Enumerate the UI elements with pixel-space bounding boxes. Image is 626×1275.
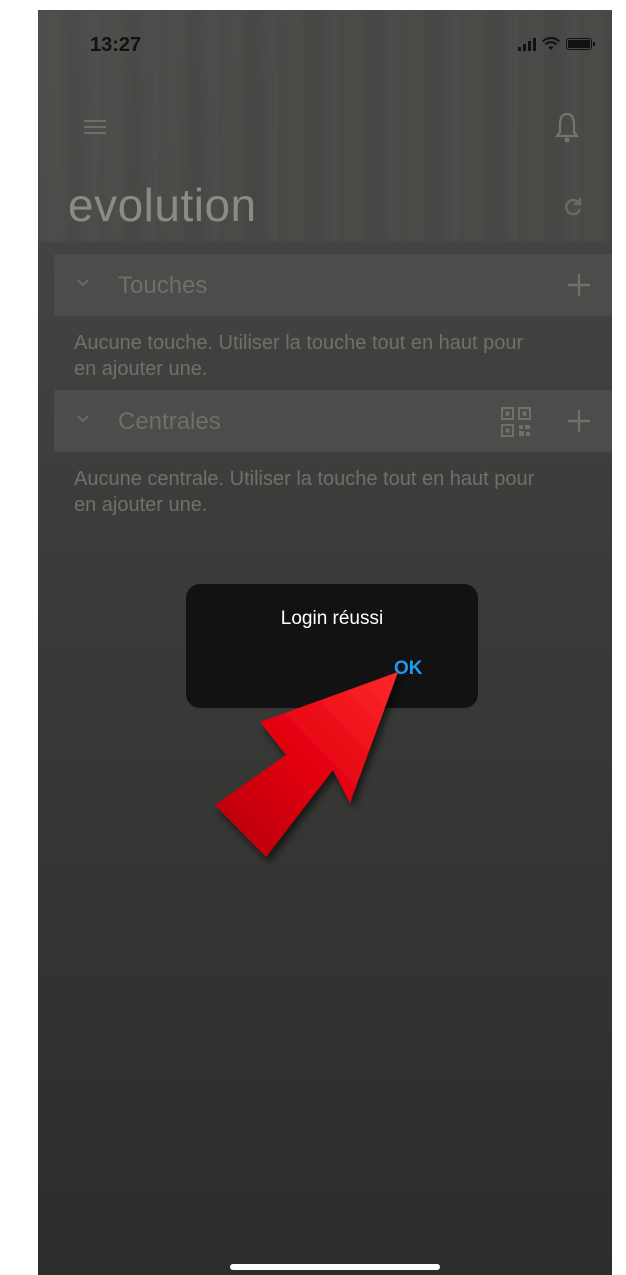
section-header-centrales[interactable]: Centrales (54, 390, 612, 452)
refresh-icon[interactable] (562, 196, 584, 218)
wifi-icon (542, 37, 560, 50)
status-icons (518, 36, 595, 52)
phone-screen: 13:27 evolution Touches Aucune touche. U… (38, 10, 612, 1275)
dialog-ok-button[interactable]: OK (390, 656, 427, 682)
status-time: 13:27 (90, 34, 142, 56)
app-title: evolution (68, 179, 257, 231)
centrales-empty-message: Aucune centrale. Utiliser la touche tout… (74, 468, 535, 516)
menu-icon[interactable] (84, 120, 106, 138)
section-header-touches[interactable]: Touches (54, 254, 612, 316)
touches-empty-message: Aucune touche. Utiliser la touche tout e… (74, 332, 524, 380)
qr-code-icon[interactable] (500, 406, 532, 438)
section-label-centrales: Centrales (118, 408, 221, 435)
battery-icon (566, 38, 595, 50)
cellular-signal-icon (518, 37, 536, 51)
home-indicator (230, 1264, 440, 1270)
add-touche-plus-icon[interactable] (564, 270, 594, 300)
login-success-dialog: Login réussi (186, 584, 478, 708)
add-centrale-plus-icon[interactable] (564, 406, 594, 436)
section-label-touches: Touches (118, 272, 208, 299)
dialog-message: Login réussi (280, 608, 384, 629)
bell-icon[interactable] (554, 110, 580, 144)
chevron-down-icon[interactable] (76, 276, 90, 290)
chevron-down-icon[interactable] (76, 412, 90, 426)
